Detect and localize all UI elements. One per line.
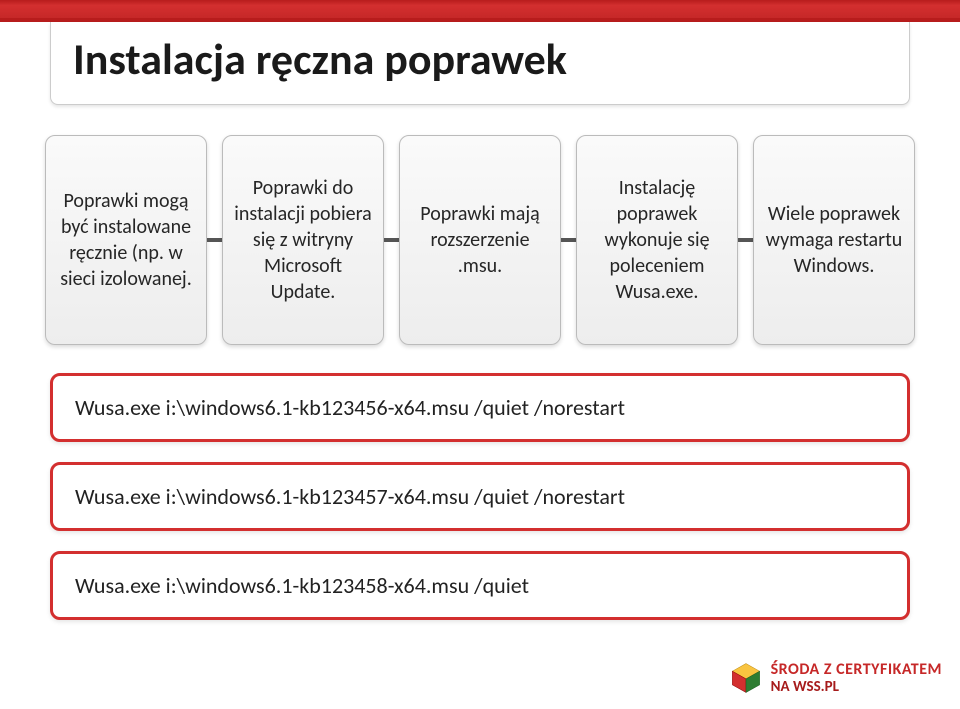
command-text: Wusa.exe i:\windows6.1-kb123457-x64.msu …: [75, 483, 625, 510]
flow-card-2: Poprawki do instalacji pobiera się z wit…: [222, 135, 384, 345]
command-text: Wusa.exe i:\windows6.1-kb123458-x64.msu …: [75, 572, 529, 599]
flow-text: Instalację poprawek wykonuje się polecen…: [585, 175, 729, 305]
footer: ŚRODA Z CERTYFIKATEM NA WSS.PL: [729, 661, 942, 695]
flow-row: Poprawki mogą być instalowane ręcznie (n…: [45, 135, 915, 345]
title-box: Instalacja ręczna poprawek: [50, 22, 910, 105]
cube-icon: [729, 661, 763, 695]
command-box-2: Wusa.exe i:\windows6.1-kb123457-x64.msu …: [50, 462, 910, 531]
flow-card-5: Wiele poprawek wymaga restartu Windows.: [753, 135, 915, 345]
footer-line2: NA WSS.PL: [771, 679, 942, 696]
flow-card-1: Poprawki mogą być instalowane ręcznie (n…: [45, 135, 207, 345]
connector-icon: [384, 238, 399, 242]
connector-icon: [207, 238, 222, 242]
flow-card-4: Instalację poprawek wykonuje się polecen…: [576, 135, 738, 345]
connector-icon: [561, 238, 576, 242]
connector-icon: [738, 238, 753, 242]
flow-text: Poprawki mają rozszerzenie .msu.: [408, 201, 552, 279]
flow-text: Poprawki mogą być instalowane ręcznie (n…: [54, 188, 198, 292]
flow-card-3: Poprawki mają rozszerzenie .msu.: [399, 135, 561, 345]
slide-title: Instalacja ręczna poprawek: [73, 32, 887, 86]
flow-text: Poprawki do instalacji pobiera się z wit…: [231, 175, 375, 305]
flow-text: Wiele poprawek wymaga restartu Windows.: [762, 201, 906, 279]
header-bar: [0, 0, 960, 22]
footer-text: ŚRODA Z CERTYFIKATEM NA WSS.PL: [771, 661, 942, 695]
command-box-3: Wusa.exe i:\windows6.1-kb123458-x64.msu …: [50, 551, 910, 620]
command-text: Wusa.exe i:\windows6.1-kb123456-x64.msu …: [75, 394, 625, 421]
footer-line1: ŚRODA Z CERTYFIKATEM: [771, 661, 942, 679]
command-box-1: Wusa.exe i:\windows6.1-kb123456-x64.msu …: [50, 373, 910, 442]
